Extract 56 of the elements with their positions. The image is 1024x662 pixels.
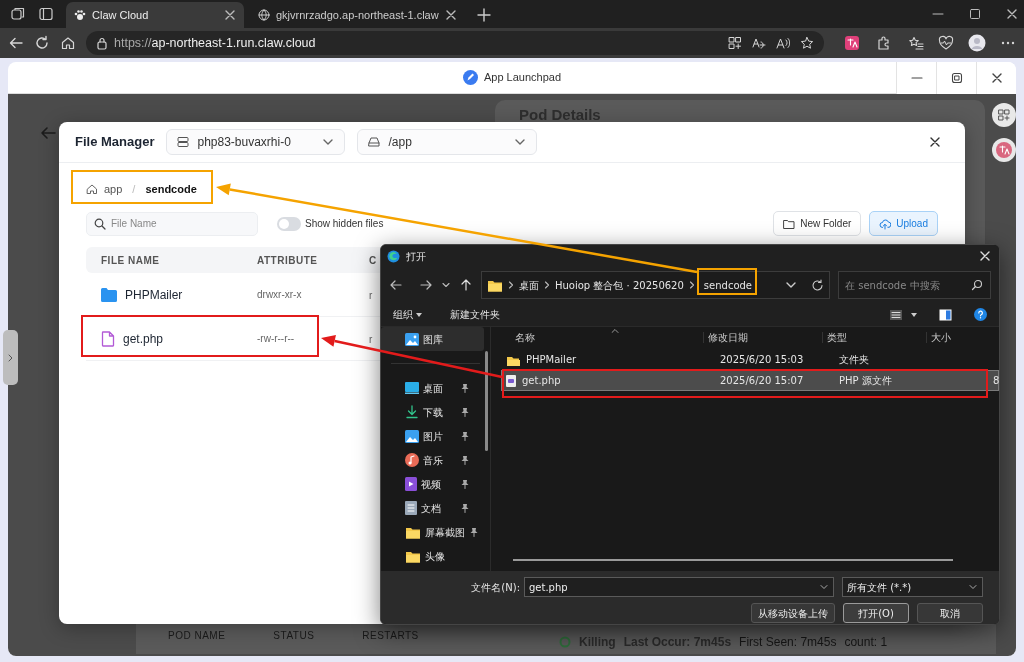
column-header: 大小 xyxy=(926,332,951,343)
pod-select[interactable]: php83-buvaxrhi-0 xyxy=(166,129,346,155)
dialog-title: File Manager xyxy=(75,133,155,152)
sidebar-item[interactable]: 音乐 xyxy=(381,448,484,472)
address-bar[interactable]: https://ap-northeast-1.run.claw.cloud xyxy=(86,31,824,55)
column-header: ATTRIBUTE xyxy=(257,254,318,266)
sidebar-item[interactable]: 文档 xyxy=(381,496,484,520)
column-header: 修改日期 xyxy=(703,332,748,343)
column-header: POD NAME xyxy=(168,629,226,643)
sidebar-item[interactable]: 头像 xyxy=(381,544,484,568)
window-title: App Launchpad xyxy=(483,70,562,86)
column-header: 类型 xyxy=(822,332,847,343)
column-header: C xyxy=(369,254,377,266)
column-header: RESTARTS xyxy=(362,629,419,643)
sidebar-item[interactable]: 桌面 xyxy=(381,376,484,400)
column-header: STATUS xyxy=(273,629,315,643)
toggle-label: Show hidden files xyxy=(305,217,384,231)
field-label: 文件名(N): xyxy=(471,580,520,595)
path-segment[interactable]: 桌面 xyxy=(519,277,539,293)
url-text: https://ap-northeast-1.run.claw.cloud xyxy=(114,34,316,52)
filename-field[interactable]: get.php xyxy=(524,577,834,597)
file-name[interactable]: PHPMailer xyxy=(125,285,183,304)
breadcrumb-item: sendcode xyxy=(145,181,197,197)
browser-tab[interactable]: gkjvrnrzadgo.ap-northeast-1.claw xyxy=(250,2,465,28)
file-name[interactable]: get.php xyxy=(123,329,164,348)
browser-tab[interactable]: Claw Cloud xyxy=(66,2,244,28)
event-count: count: 1 xyxy=(844,634,888,651)
sidebar-item[interactable]: 图片 xyxy=(381,424,484,448)
dialog-title: 打开 xyxy=(406,249,426,264)
dialog-button[interactable]: 取消 xyxy=(917,603,983,623)
dialog-button[interactable]: 打开(O) xyxy=(843,603,909,623)
sidebar-item[interactable]: 下载 xyxy=(381,400,484,424)
breadcrumb-separator: / xyxy=(132,181,136,197)
event-time: First Seen: 7m45s xyxy=(739,634,837,651)
path-segment[interactable]: Huoiop 整合包 · 20250620 xyxy=(555,277,684,293)
table-cell: r xyxy=(369,333,373,345)
sidebar-item[interactable]: 视频 xyxy=(381,472,484,496)
table-cell: -rw-r--r-- xyxy=(257,333,295,344)
organize-menu[interactable]: 组织 xyxy=(393,307,422,322)
file-row[interactable]: get.php 2025/6/20 15:07 PHP 源文件 8 xyxy=(501,370,999,391)
file-row[interactable]: PHPMailer 2025/6/20 15:03 文件夹 xyxy=(501,349,999,370)
file-type-select[interactable]: 所有文件 (*.*) xyxy=(842,577,983,597)
dialog-button[interactable]: 从移动设备上传 xyxy=(751,603,835,623)
column-header: 名称 xyxy=(514,332,535,343)
column-header: FILE NAME xyxy=(101,253,160,268)
address-field[interactable]: 桌面 Huoiop 整合包 · 20250620 sendcode xyxy=(481,271,830,299)
table-cell: drwxr-xr-x xyxy=(257,289,302,300)
new-folder-button[interactable]: New Folder xyxy=(773,211,862,236)
breadcrumb-item[interactable]: app xyxy=(104,180,123,198)
table-cell: r xyxy=(369,289,373,301)
new-folder-button[interactable]: 新建文件夹 xyxy=(450,307,500,322)
upload-button[interactable]: Upload xyxy=(869,211,938,236)
sidebar-item[interactable]: 图库 xyxy=(381,327,484,351)
path-select[interactable]: /app xyxy=(357,129,538,155)
sidebar-item[interactable]: 屏幕截图 xyxy=(381,520,484,544)
search-field[interactable]: 在 sendcode 中搜索 xyxy=(838,271,991,299)
